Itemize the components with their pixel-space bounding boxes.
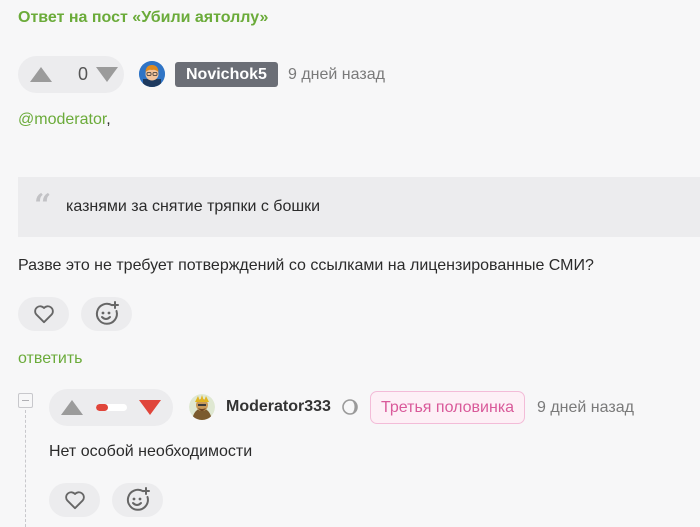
quote-text: казнями за снятие тряпки с бошки	[66, 198, 321, 215]
reaction-button[interactable]	[112, 483, 163, 517]
comment2-text: Нет особой необходимости	[49, 443, 253, 460]
comment1-mention-line: @moderator,	[18, 111, 111, 129]
downvote-icon[interactable]	[96, 67, 118, 82]
comment1-timestamp[interactable]: 9 дней назад	[288, 66, 385, 84]
post-title-link[interactable]: Ответ на пост «Убили аятоллу»	[18, 9, 268, 27]
downvote-icon[interactable]	[139, 400, 161, 415]
quote-block: “ казнями за снятие тряпки с бошки	[18, 177, 700, 237]
vote-ratio-bar	[96, 404, 127, 411]
smile-plus-icon	[95, 301, 119, 325]
comment1-text: Разве это не требует потверждений со ссы…	[18, 257, 594, 274]
vote-ratio-fill	[96, 404, 109, 411]
comment2-timestamp[interactable]: 9 дней назад	[537, 399, 634, 417]
quote-icon: “	[34, 188, 52, 223]
collapse-minus-icon[interactable]	[18, 393, 33, 408]
smile-plus-icon	[126, 487, 150, 511]
heart-icon	[33, 305, 54, 324]
like-button[interactable]	[18, 297, 69, 331]
comment1-vote-control: 0	[18, 56, 124, 93]
mention-link[interactable]: @moderator	[18, 111, 106, 128]
avatar[interactable]	[139, 61, 165, 87]
user-tag-badge: Третья половинка	[370, 391, 526, 424]
mention-suffix: ,	[106, 111, 111, 128]
reply-link[interactable]: ответить	[18, 350, 83, 368]
upvote-icon[interactable]	[61, 400, 83, 415]
like-button[interactable]	[49, 483, 100, 517]
upvote-icon[interactable]	[30, 67, 52, 82]
reaction-button[interactable]	[81, 297, 132, 331]
comment2-author[interactable]: Moderator333	[226, 398, 331, 416]
comment2-vote-control	[49, 389, 173, 426]
moderator-shield-icon	[342, 399, 358, 415]
thread-line	[25, 410, 26, 527]
comment1-rating: 0	[78, 64, 89, 84]
comment1-author[interactable]: Novichok5	[175, 62, 278, 87]
avatar[interactable]	[189, 394, 215, 420]
heart-icon	[64, 491, 85, 510]
